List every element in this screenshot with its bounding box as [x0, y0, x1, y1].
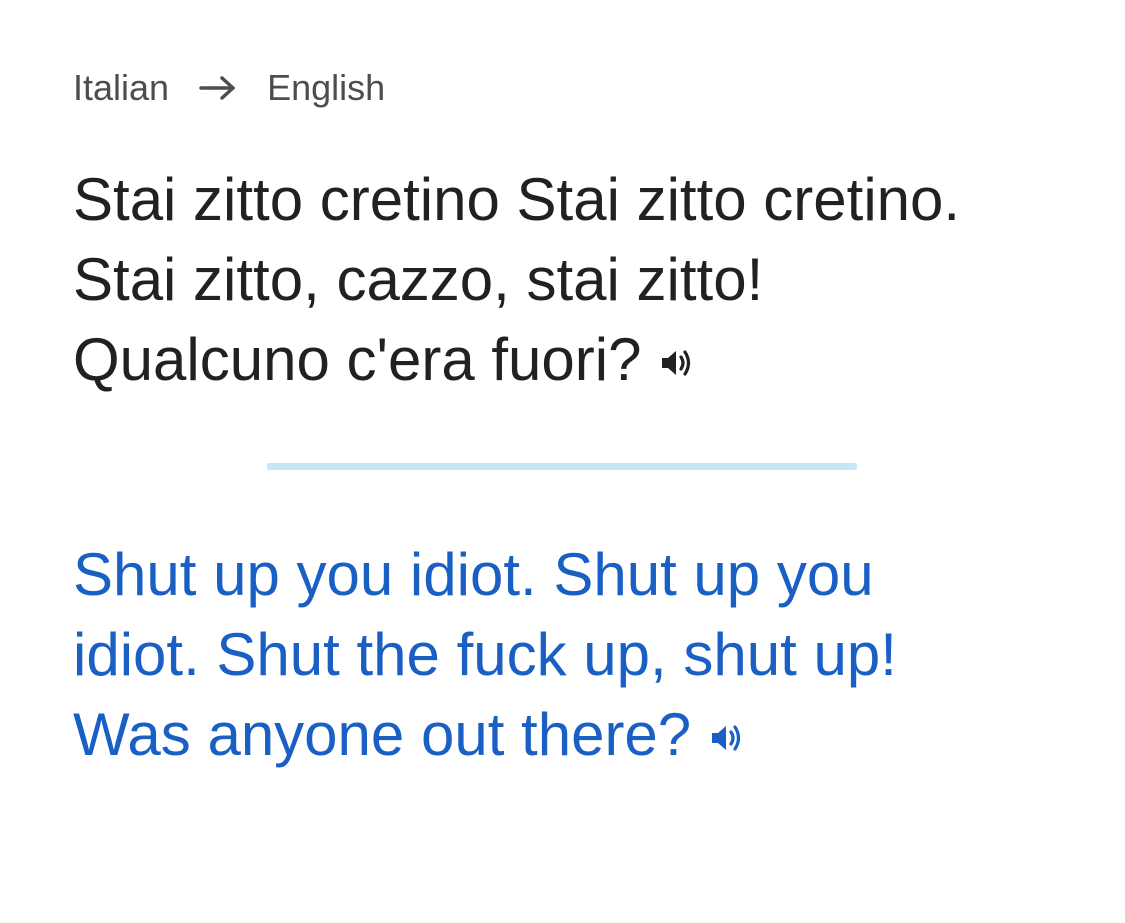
speaker-icon[interactable] [659, 320, 695, 400]
translation-line-with-audio: Was anyone out there? [73, 695, 1033, 779]
source-language-label: Italian [73, 67, 170, 108]
source-line-with-audio: Qualcuno c'era fuori? [73, 320, 1073, 404]
translated-text: Shut up you idiot. Shut up you idiot. Sh… [73, 535, 1033, 779]
source-line: Qualcuno c'era fuori? [73, 326, 642, 393]
language-pair: Italian English [73, 66, 385, 110]
divider [267, 463, 857, 470]
source-text: Stai zitto cretino Stai zitto cretino. S… [73, 160, 1073, 404]
arrow-right-icon [199, 75, 237, 101]
source-line: Stai zitto cretino Stai zitto cretino. [73, 166, 961, 233]
speaker-icon[interactable] [709, 695, 745, 775]
translation-line: idiot. Shut the fuck up, shut up! [73, 621, 897, 688]
target-language-label: English [267, 67, 386, 108]
translation-line: Shut up you idiot. Shut up you [73, 541, 874, 608]
translation-line: Was anyone out there? [73, 701, 692, 768]
source-line: Stai zitto, cazzo, stai zitto! [73, 246, 764, 313]
